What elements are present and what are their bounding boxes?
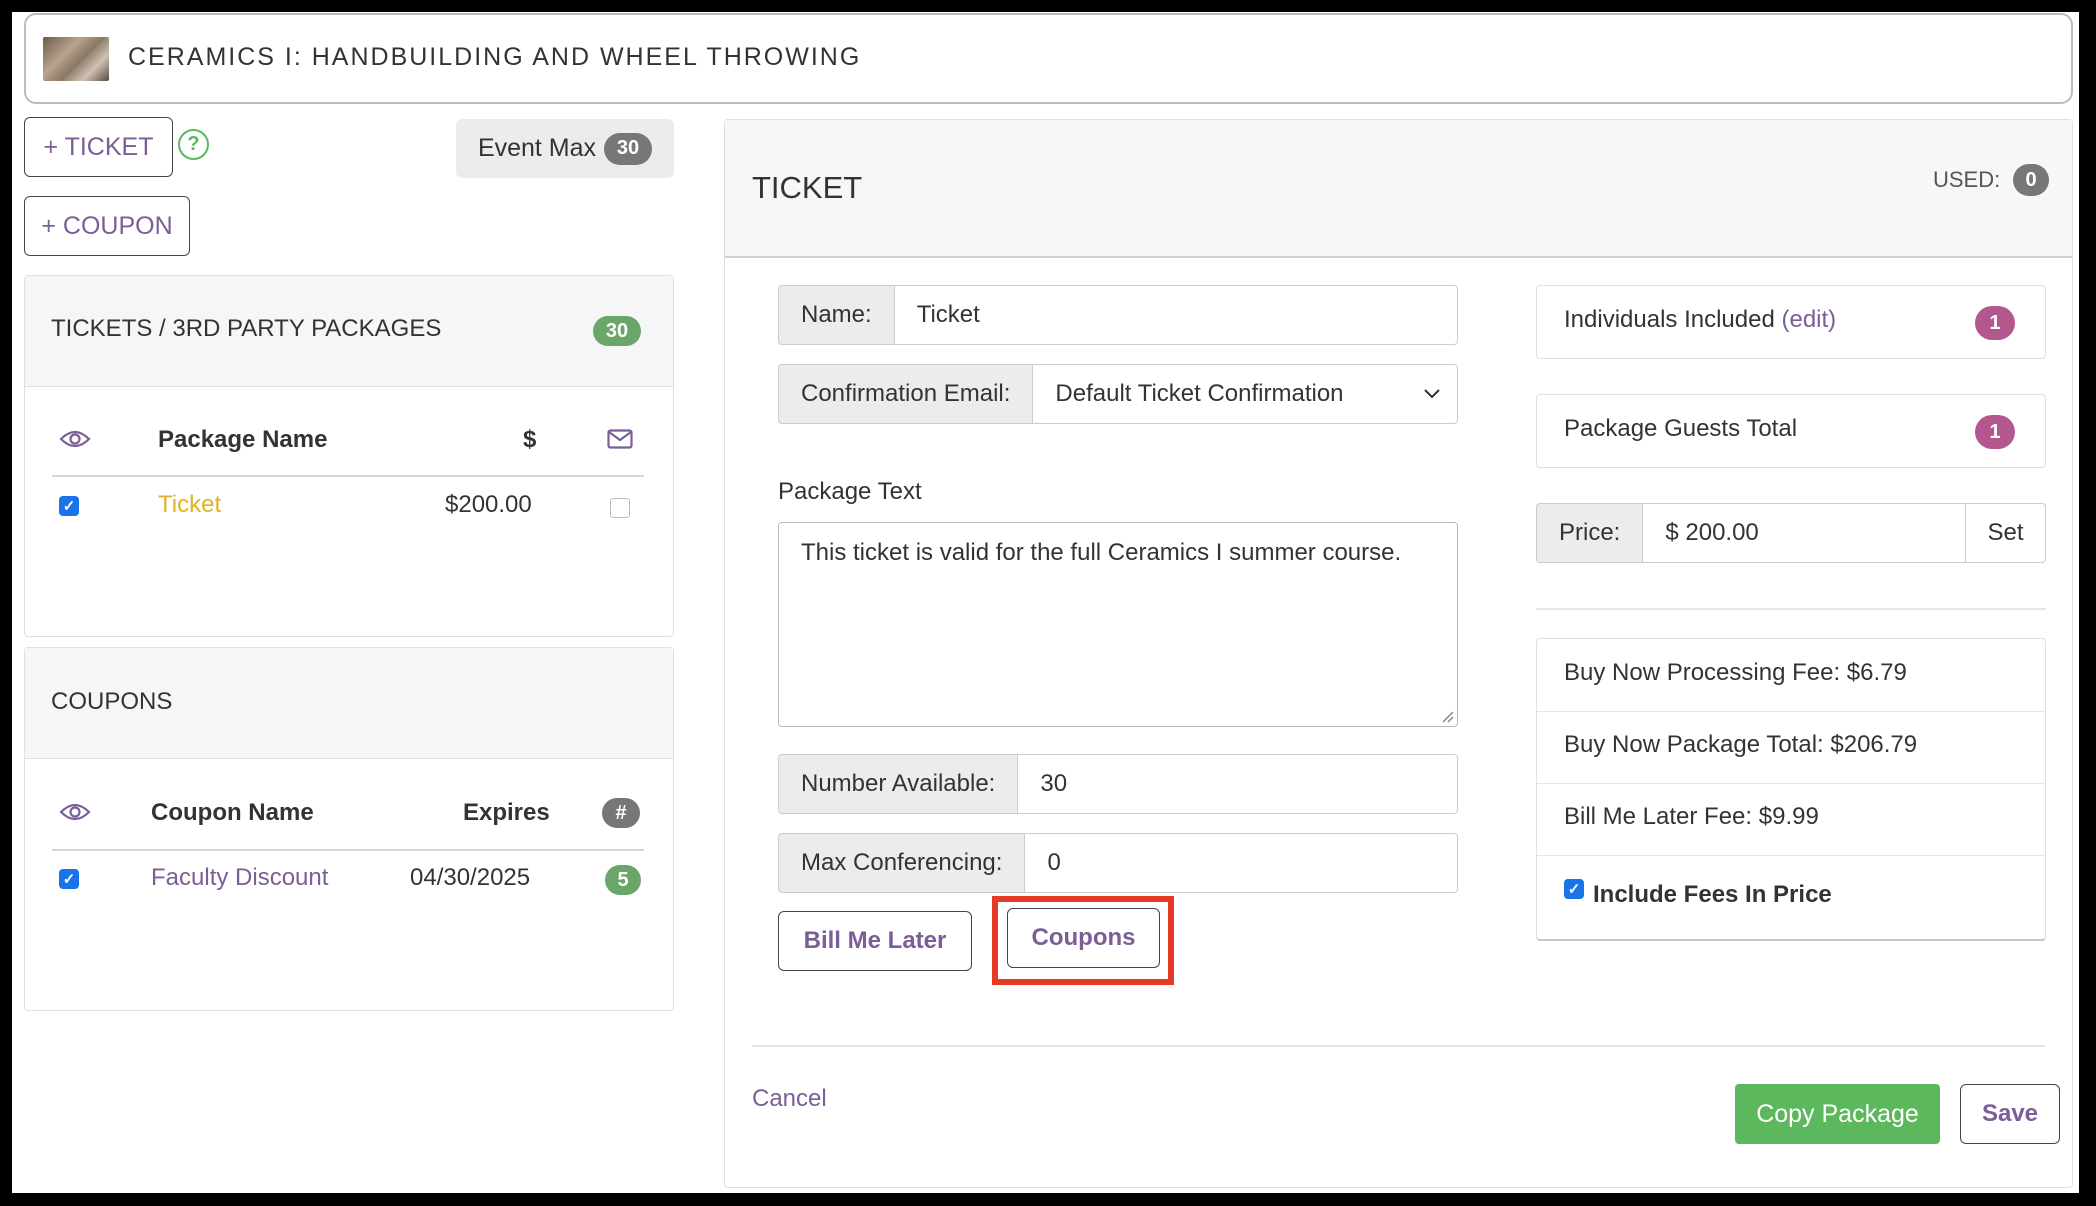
envelope-icon (607, 429, 633, 449)
coupons-button[interactable]: Coupons (1007, 908, 1160, 968)
course-header: CERAMICS I: HANDBUILDING AND WHEEL THROW… (24, 13, 2073, 104)
name-field-group: Name: Ticket (778, 285, 1458, 345)
table-header-rule (52, 849, 644, 851)
add-coupon-button[interactable]: + COUPON (24, 196, 190, 256)
column-coupon-name: Coupon Name (151, 799, 314, 826)
confirmation-email-select[interactable]: Default Ticket Confirmation (1032, 364, 1458, 424)
coupon-count-badge: 5 (605, 865, 641, 895)
copy-package-button[interactable]: Copy Package (1735, 1084, 1940, 1144)
price-input[interactable]: $ 200.00 (1642, 503, 1966, 563)
save-button[interactable]: Save (1960, 1084, 2060, 1144)
tickets-panel: TICKETS / 3RD PARTY PACKAGES 30 Package … (24, 275, 674, 637)
price-field-group: Price: $ 200.00 Set (1536, 503, 2046, 563)
confirmation-email-value: Default Ticket Confirmation (1055, 380, 1344, 407)
tickets-panel-header: TICKETS / 3RD PARTY PACKAGES 30 (25, 276, 673, 387)
help-icon[interactable]: ? (178, 129, 209, 160)
event-max-indicator: Event Max 30 (456, 119, 674, 178)
number-available-label: Number Available: (778, 754, 1018, 814)
editor-header: TICKET USED: 0 (725, 120, 2072, 258)
coupon-visible-checkbox[interactable]: ✓ (59, 869, 79, 889)
max-conferencing-input[interactable]: 0 (1024, 833, 1458, 893)
individuals-included-card: Individuals Included (edit) 1 (1536, 285, 2046, 359)
course-thumbnail (43, 37, 109, 81)
include-fees-checkbox[interactable]: ✓ (1564, 879, 1584, 899)
add-ticket-label: + TICKET (43, 132, 154, 161)
chevron-down-icon (1424, 389, 1440, 399)
package-text-area[interactable]: This ticket is valid for the full Cerami… (778, 522, 1458, 727)
bill-me-later-button[interactable]: Bill Me Later (778, 911, 972, 971)
used-label: USED: (1933, 167, 2001, 192)
column-price: $ (523, 426, 537, 453)
column-package-name: Package Name (158, 426, 328, 453)
bill-me-later-fee-text: Bill Me Later Fee: $9.99 (1564, 803, 1819, 830)
save-label: Save (1981, 1100, 2039, 1127)
package-text-label: Package Text (778, 478, 922, 505)
max-conferencing-label: Max Conferencing: (778, 833, 1025, 893)
table-header-rule (52, 475, 644, 477)
used-badge: 0 (2013, 164, 2049, 196)
add-coupon-label: + COUPON (41, 211, 173, 240)
processing-fee-text: Buy Now Processing Fee: $6.79 (1564, 659, 1907, 686)
ticket-email-checkbox[interactable] (610, 498, 630, 518)
number-available-group: Number Available: 30 (778, 754, 1458, 814)
package-total-text: Buy Now Package Total: $206.79 (1564, 731, 1918, 758)
ticket-name-link[interactable]: Ticket (158, 491, 221, 519)
add-ticket-button[interactable]: + TICKET (24, 117, 173, 177)
individuals-edit-link[interactable]: (edit) (1781, 306, 1836, 333)
package-guests-badge: 1 (1975, 415, 2015, 449)
event-max-badge: 30 (604, 132, 653, 165)
eye-icon (59, 430, 91, 448)
coupons-panel-title: COUPONS (51, 688, 173, 715)
individuals-included-label: Individuals Included (1564, 306, 1775, 333)
summary-divider (1536, 608, 2046, 610)
resize-handle-icon[interactable] (1440, 709, 1454, 723)
number-available-input[interactable]: 30 (1017, 754, 1458, 814)
include-fees-row: ✓ Include Fees In Price (1537, 855, 2045, 935)
set-price-button[interactable]: Set (1966, 503, 2046, 563)
column-expires: Expires (463, 799, 550, 826)
app-frame: CERAMICS I: HANDBUILDING AND WHEEL THROW… (12, 12, 2079, 1193)
processing-fee-row: Buy Now Processing Fee: $6.79 (1537, 639, 2045, 712)
name-input[interactable]: Ticket (893, 285, 1458, 345)
copy-package-label: Copy Package (1756, 1099, 1919, 1128)
ticket-price: $200.00 (445, 491, 532, 518)
individuals-included-text: Individuals Included (edit) (1564, 306, 1836, 334)
coupons-label: Coupons (1031, 924, 1136, 951)
editor-title: TICKET (752, 170, 863, 205)
course-title: CERAMICS I: HANDBUILDING AND WHEEL THROW… (128, 43, 862, 71)
package-text-value: This ticket is valid for the full Cerami… (801, 539, 1402, 566)
confirmation-email-group: Confirmation Email: Default Ticket Confi… (778, 364, 1458, 424)
fees-card: Buy Now Processing Fee: $6.79 Buy Now Pa… (1536, 638, 2046, 941)
individuals-included-badge: 1 (1975, 306, 2015, 340)
eye-icon (59, 803, 91, 821)
footer-divider (752, 1045, 2045, 1047)
coupons-panel-header: COUPONS (25, 648, 673, 759)
confirmation-email-label: Confirmation Email: (778, 364, 1033, 424)
tickets-count-badge: 30 (593, 316, 641, 346)
event-max-label: Event Max (477, 134, 597, 162)
coupon-name-link[interactable]: Faculty Discount (151, 864, 328, 892)
package-total-row: Buy Now Package Total: $206.79 (1537, 711, 2045, 784)
max-conferencing-group: Max Conferencing: 0 (778, 833, 1458, 893)
help-glyph: ? (187, 133, 200, 155)
tickets-panel-title: TICKETS / 3RD PARTY PACKAGES (51, 315, 442, 342)
coupons-panel: COUPONS Coupon Name Expires # ✓ Faculty … (24, 647, 674, 1011)
name-label: Name: (778, 285, 894, 345)
column-count-badge: # (602, 798, 640, 828)
set-price-label: Set (1987, 519, 2024, 546)
price-label: Price: (1536, 503, 1643, 563)
coupon-expires: 04/30/2025 (410, 864, 531, 891)
package-guests-card: Package Guests Total 1 (1536, 394, 2046, 468)
bill-me-later-label: Bill Me Later (803, 927, 947, 954)
include-fees-label: Include Fees In Price (1593, 881, 1832, 908)
bill-me-later-fee-row: Bill Me Later Fee: $9.99 (1537, 783, 2045, 856)
cancel-link[interactable]: Cancel (752, 1085, 827, 1113)
ticket-editor-panel: TICKET USED: 0 Name: Ticket Confirmation… (724, 119, 2073, 1188)
package-guests-label: Package Guests Total (1564, 415, 1798, 442)
ticket-visible-checkbox[interactable]: ✓ (59, 496, 79, 516)
